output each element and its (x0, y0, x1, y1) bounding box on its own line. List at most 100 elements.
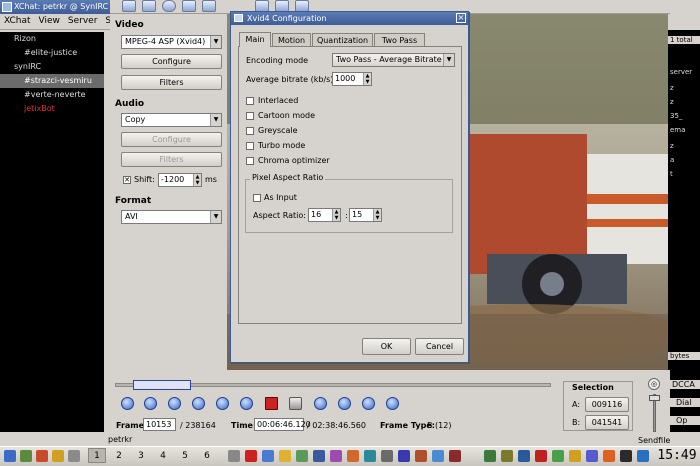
kde-menu-icon[interactable] (4, 450, 16, 462)
avg-bitrate-spinbox[interactable]: 1000 ▲ ▼ (332, 72, 372, 86)
ok-button[interactable]: OK (362, 338, 411, 355)
turbo-mode-checkbox[interactable] (246, 142, 254, 150)
tab-motion[interactable]: Motion (272, 33, 311, 47)
dcc-button[interactable]: DCCA (668, 380, 700, 389)
task-icon[interactable] (262, 450, 274, 462)
interlaced-checkbox[interactable] (246, 97, 254, 105)
desktop-4[interactable]: 4 (154, 448, 172, 463)
volume-slider-handle[interactable] (649, 395, 660, 401)
spin-arrows-icon[interactable]: ▲ ▼ (363, 73, 371, 85)
format-select[interactable]: AVI ▼ (121, 210, 222, 224)
aspect-denominator-spinbox[interactable]: 15 ▲ ▼ (349, 208, 382, 222)
goto-a-icon[interactable] (362, 397, 375, 410)
stop-icon[interactable] (144, 397, 157, 410)
calculator-icon[interactable] (182, 0, 196, 12)
task-icon[interactable] (228, 450, 240, 462)
xchat-menu-settings[interactable]: S (101, 14, 110, 28)
frame-input[interactable]: 10153 (143, 418, 176, 431)
next-frame-icon[interactable] (192, 397, 205, 410)
task-icon[interactable] (347, 450, 359, 462)
desktop-2[interactable]: 2 (110, 448, 128, 463)
audio-configure-button[interactable]: Configure (121, 132, 222, 147)
save-icon[interactable] (142, 0, 156, 12)
launcher-icon[interactable] (20, 450, 32, 462)
timeline-slider-handle[interactable] (133, 380, 191, 390)
greyscale-checkbox[interactable] (246, 127, 254, 135)
tray-icon[interactable] (603, 450, 615, 462)
cancel-button[interactable]: Cancel (415, 338, 464, 355)
xchat-nick[interactable]: petrkr (108, 435, 132, 444)
terminal-icon[interactable] (68, 450, 80, 462)
tray-icon[interactable] (552, 450, 564, 462)
task-icon[interactable] (415, 450, 427, 462)
task-icon[interactable] (364, 450, 376, 462)
task-icon[interactable] (381, 450, 393, 462)
info-icon[interactable] (162, 0, 176, 12)
chroma-optimizer-checkbox[interactable] (246, 157, 254, 165)
channel-tree-item-selected[interactable]: #strazci-vesmiru (0, 74, 104, 88)
taskbar-clock[interactable]: 15:49 (655, 446, 699, 466)
set-marker-a-icon[interactable] (265, 397, 278, 410)
shift-spinbox[interactable]: -1200 ▲ ▼ (158, 173, 202, 187)
tray-icon[interactable] (569, 450, 581, 462)
play-icon[interactable] (121, 397, 134, 410)
desktop-6[interactable]: 6 (198, 448, 216, 463)
next-black-frame-icon[interactable] (338, 397, 351, 410)
close-icon[interactable]: × (456, 13, 466, 23)
tab-two-pass[interactable]: Two Pass (374, 33, 425, 47)
set-marker-b-icon[interactable] (289, 397, 302, 410)
task-icon[interactable] (432, 450, 444, 462)
channel-tree-item-alert[interactable]: jetixBot (0, 102, 104, 116)
video-filters-button[interactable]: Filters (121, 75, 222, 90)
tray-icon[interactable] (620, 450, 632, 462)
spin-arrows-icon[interactable]: ▲ ▼ (332, 209, 340, 221)
tray-icon[interactable] (535, 450, 547, 462)
xchat-titlebar[interactable]: XChat: petrkr @ SynIRC (0, 0, 110, 14)
prev-keyframe-icon[interactable] (216, 397, 229, 410)
xchat-menu-view[interactable]: View (35, 14, 64, 28)
selection-a-value[interactable]: 009116 (585, 397, 629, 412)
goto-b-icon[interactable] (386, 397, 399, 410)
desktop-3[interactable]: 3 (132, 448, 150, 463)
desktop-5[interactable]: 5 (176, 448, 194, 463)
prev-black-frame-icon[interactable] (314, 397, 327, 410)
encoding-mode-select[interactable]: Two Pass - Average Bitrate ▼ (332, 53, 455, 67)
video-configure-button[interactable]: Configure (121, 54, 222, 69)
userlist-entry[interactable]: z (670, 84, 674, 92)
selection-b-value[interactable]: 041541 (585, 415, 629, 430)
time-input[interactable]: 00:06:46.120 (254, 418, 311, 431)
userlist-entry[interactable]: server (670, 68, 692, 76)
xchat-menu-server[interactable]: Server (64, 14, 102, 28)
next-keyframe-icon[interactable] (240, 397, 253, 410)
spin-arrows-icon[interactable]: ▲ ▼ (373, 209, 381, 221)
mail-icon[interactable] (52, 450, 64, 462)
channel-tree-item[interactable]: #verte-neverte (0, 88, 104, 102)
tray-icon[interactable] (637, 450, 649, 462)
tray-icon[interactable] (518, 450, 530, 462)
userlist-entry[interactable]: 35_ (670, 112, 682, 120)
channel-tree-item[interactable]: synIRC (0, 60, 104, 74)
op-button[interactable]: Op (668, 416, 700, 425)
prev-frame-icon[interactable] (168, 397, 181, 410)
task-icon[interactable] (313, 450, 325, 462)
tab-main[interactable]: Main (239, 32, 271, 47)
aspect-numerator-spinbox[interactable]: 16 ▲ ▼ (308, 208, 341, 222)
desktop-1[interactable]: 1 (88, 448, 106, 463)
task-icon[interactable] (449, 450, 461, 462)
tray-icon[interactable] (501, 450, 513, 462)
task-icon[interactable] (245, 450, 257, 462)
task-icon[interactable] (330, 450, 342, 462)
xchat-menu-xchat[interactable]: XChat (0, 14, 35, 28)
spin-arrows-icon[interactable]: ▲ ▼ (193, 174, 201, 186)
dialog-button[interactable]: Dial (668, 398, 700, 407)
open-file-icon[interactable] (122, 0, 136, 12)
audio-codec-select[interactable]: Copy ▼ (121, 113, 222, 127)
audio-filters-button[interactable]: Filters (121, 152, 222, 167)
channel-tree-item[interactable]: Rizon (0, 32, 104, 46)
task-icon[interactable] (296, 450, 308, 462)
task-icon[interactable] (398, 450, 410, 462)
tray-icon[interactable] (484, 450, 496, 462)
volume-icon[interactable]: ◎ (648, 378, 660, 390)
shift-checkbox[interactable]: ✕ (123, 176, 131, 184)
tray-icon[interactable] (586, 450, 598, 462)
